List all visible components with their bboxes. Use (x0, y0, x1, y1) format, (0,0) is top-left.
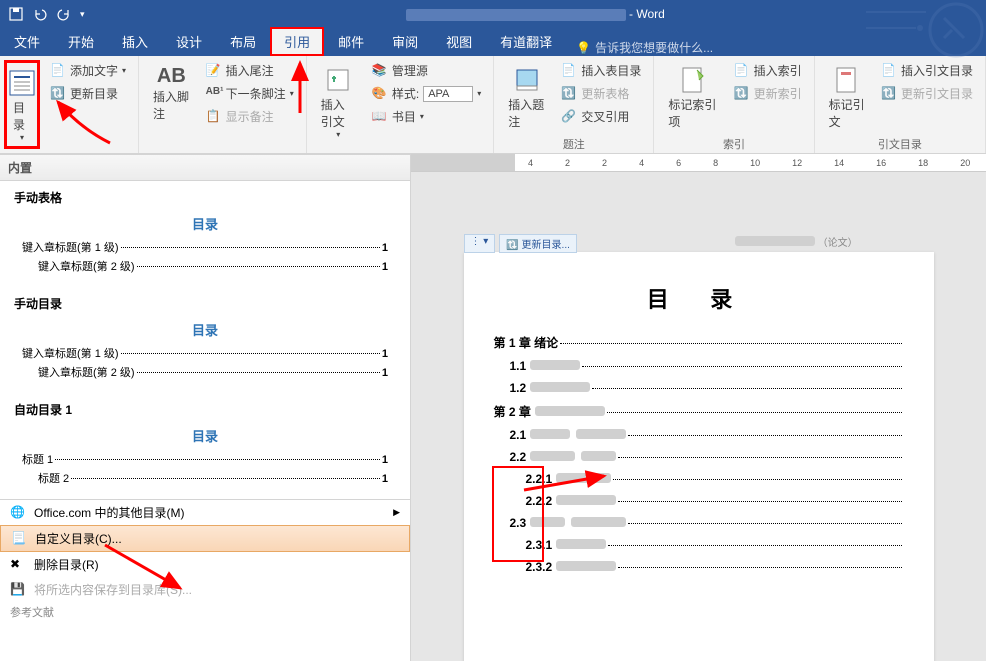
footnote-ab-icon: AB (157, 65, 186, 88)
show-notes-icon: 📋 (206, 109, 222, 125)
tab-mailings[interactable]: 邮件 (324, 27, 378, 56)
update-table-button[interactable]: 🔃更新表格 (557, 83, 645, 104)
watermark-icon (866, 0, 986, 65)
custom-toc-icon: 📃 (11, 531, 27, 547)
add-text-icon: 📄 (50, 63, 66, 79)
insert-index-button[interactable]: 📄插入索引 (730, 60, 806, 81)
toc-menu-remove[interactable]: ✖ 删除目录(R) (0, 552, 410, 577)
insert-table-figures-button[interactable]: 📄插入表目录 (557, 60, 645, 81)
table-figures-icon: 📄 (561, 63, 577, 79)
insert-footnote-button[interactable]: AB 插入脚注 (147, 60, 196, 127)
tab-file[interactable]: 文件 (0, 27, 54, 56)
citation-icon (322, 64, 354, 96)
ribbon-group-citations: 插入引文▾ 📚管理源 🎨样式: APA▾ 📖书目 ▾ (307, 56, 495, 153)
citation-style-select[interactable]: 🎨样式: APA▾ (368, 83, 485, 104)
toc-gallery-dropdown: 内置 手动表格 目录 键入章标题(第 1 级)1 键入章标题(第 2 级)1 手… (0, 154, 411, 661)
mark-entry-icon (677, 64, 709, 96)
add-text-button[interactable]: 📄添加文字 ▾ (46, 60, 130, 81)
save-gallery-icon: 💾 (10, 582, 26, 598)
tab-references[interactable]: 引用 (270, 27, 324, 56)
cross-ref-icon: 🔗 (561, 109, 577, 125)
toc-option-manual-table[interactable]: 手动表格 目录 键入章标题(第 1 级)1 键入章标题(第 2 级)1 (0, 181, 410, 287)
chevron-down-icon: ▾ (20, 133, 24, 142)
window-title: - Word (85, 7, 986, 21)
caption-icon (511, 64, 543, 96)
ribbon-group-authorities: 标记引文 📄插入引文目录 🔃更新引文目录 引文目录 (815, 56, 986, 153)
ribbon-tabs: 文件 开始 插入 设计 布局 引用 邮件 审阅 视图 有道翻译 💡 告诉我您想要… (0, 28, 986, 56)
update-index-icon: 🔃 (734, 86, 750, 102)
manage-sources-button[interactable]: 📚管理源 (368, 60, 485, 81)
tab-view[interactable]: 视图 (432, 27, 486, 56)
horizontal-ruler[interactable]: 642 246 81012 141618 202224 26 (411, 154, 986, 172)
show-notes-button[interactable]: 📋显示备注 (202, 106, 298, 127)
save-icon[interactable] (8, 6, 24, 22)
annotation-red-box (492, 466, 544, 562)
sources-icon: 📚 (372, 63, 388, 79)
toc-section-builtin: 内置 (0, 154, 410, 181)
mark-citation-icon (831, 64, 863, 96)
update-table-icon: 🔃 (561, 86, 577, 102)
insert-caption-button[interactable]: 插入题注 (502, 60, 551, 134)
refresh-icon: 🔃 (50, 86, 66, 102)
insert-citation-button[interactable]: 插入引文▾ (315, 60, 362, 143)
tell-me-search[interactable]: 💡 告诉我您想要做什么... (566, 39, 723, 56)
style-icon: 🎨 (372, 86, 388, 102)
toc-menu-save[interactable]: 💾 将所选内容保存到目录库(S)... (0, 577, 410, 602)
mark-citation-button[interactable]: 标记引文 (823, 60, 871, 134)
update-index-button[interactable]: 🔃更新索引 (730, 83, 806, 104)
update-toc-button[interactable]: 🔃更新目录 (46, 83, 130, 104)
mark-entry-button[interactable]: 标记索引项 (662, 60, 723, 134)
group-label-toc (4, 149, 130, 151)
toc-field-icon[interactable]: ⋮ ▾ (464, 234, 496, 253)
lightbulb-icon: 💡 (576, 41, 591, 55)
doc-suffix: （论文） (731, 234, 858, 253)
redo-icon[interactable] (56, 6, 72, 22)
ribbon-group-captions: 插入题注 📄插入表目录 🔃更新表格 🔗交叉引用 题注 (494, 56, 654, 153)
chevron-right-icon: ▶ (393, 507, 400, 518)
next-footnote-icon: AB¹ (206, 86, 222, 102)
insert-endnote-button[interactable]: 📝插入尾注 (202, 60, 298, 81)
globe-icon: 🌐 (10, 505, 26, 521)
document-area: 642 246 81012 141618 202224 26 ⋮ ▾ 🔃 更新目… (411, 154, 986, 661)
ribbon-group-toc: 目录 ▾ 📄添加文字 ▾ 🔃更新目录 (0, 56, 139, 153)
toc-option-manual-toc[interactable]: 手动目录 目录 键入章标题(第 1 级)1 键入章标题(第 2 级)1 (0, 287, 410, 393)
undo-icon[interactable] (32, 6, 48, 22)
tab-design[interactable]: 设计 (162, 27, 216, 56)
toc-option-auto1[interactable]: 自动目录 1 目录 标题 11 标题 21 (0, 393, 410, 499)
update-authorities-button[interactable]: 🔃更新引文目录 (877, 83, 977, 104)
ref-text-line: 参考文献 (0, 602, 410, 622)
bibliography-icon: 📖 (372, 109, 388, 125)
titlebar: ▾ - Word (0, 0, 986, 28)
ribbon-group-footnotes: AB 插入脚注 📝插入尾注 AB¹下一条脚注 ▾ 📋显示备注 (139, 56, 307, 153)
endnote-icon: 📝 (206, 63, 222, 79)
insert-index-icon: 📄 (734, 63, 750, 79)
tab-youdao[interactable]: 有道翻译 (486, 27, 566, 56)
cross-reference-button[interactable]: 🔗交叉引用 (557, 106, 645, 127)
toc-button[interactable]: 目录 ▾ (4, 60, 40, 149)
next-footnote-button[interactable]: AB¹下一条脚注 ▾ (202, 83, 298, 104)
tab-insert[interactable]: 插入 (108, 27, 162, 56)
doc-toc-title: 目 录 (494, 282, 904, 314)
group-label-caption: 题注 (502, 134, 645, 152)
update-auth-icon: 🔃 (881, 86, 897, 102)
tab-review[interactable]: 审阅 (378, 27, 432, 56)
ribbon: 目录 ▾ 📄添加文字 ▾ 🔃更新目录 AB 插入脚注 📝插入尾注 AB¹下一条脚… (0, 56, 986, 154)
bibliography-button[interactable]: 📖书目 ▾ (368, 106, 485, 127)
tab-home[interactable]: 开始 (54, 27, 108, 56)
toc-menu-custom[interactable]: 📃 自定义目录(C)... (0, 525, 410, 552)
group-label-index: 索引 (662, 134, 805, 152)
toc-menu-office[interactable]: 🌐 Office.com 中的其他目录(M) ▶ (0, 500, 410, 525)
tab-layout[interactable]: 布局 (216, 27, 270, 56)
toc-icon (6, 67, 38, 99)
remove-icon: ✖ (10, 557, 26, 573)
document-page[interactable]: ⋮ ▾ 🔃 更新目录... （论文） 目 录 第 1 章 绪论 1.1 1.2 … (464, 252, 934, 661)
update-toc-field-button[interactable]: 🔃 更新目录... (499, 234, 577, 253)
group-label-auth: 引文目录 (823, 134, 977, 152)
ribbon-group-index: 标记索引项 📄插入索引 🔃更新索引 索引 (654, 56, 814, 153)
